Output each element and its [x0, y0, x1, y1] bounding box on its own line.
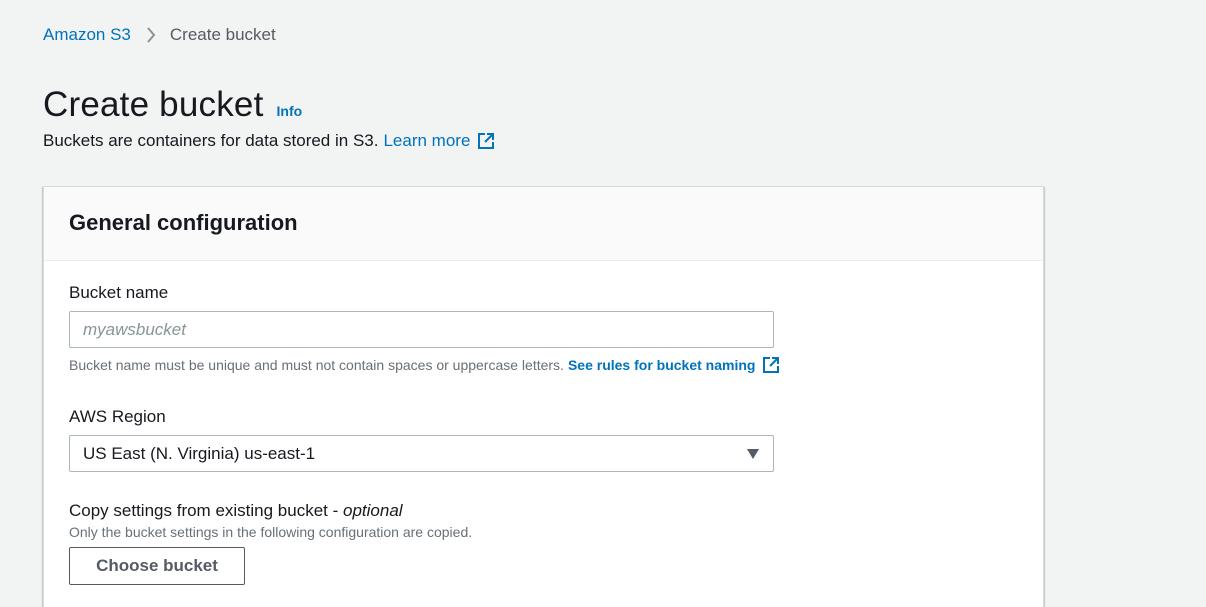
- copy-settings-hint-text: Only the bucket settings in the followin…: [69, 524, 473, 540]
- choose-bucket-button[interactable]: Choose bucket: [69, 547, 245, 585]
- external-link-icon[interactable]: [477, 132, 495, 150]
- learn-more-link[interactable]: Learn more: [383, 130, 470, 152]
- panel-title: General configuration: [69, 210, 298, 235]
- bucket-name-hint-text: Bucket name must be unique and must not …: [69, 357, 564, 373]
- aws-region-select[interactable]: US East (N. Virginia) us-east-1: [69, 435, 774, 472]
- optional-tag: optional: [343, 501, 403, 520]
- page-description: Buckets are containers for data stored i…: [43, 130, 495, 152]
- info-link[interactable]: Info: [277, 103, 303, 119]
- bucket-name-input[interactable]: [69, 311, 774, 348]
- bucket-naming-rules-link[interactable]: See rules for bucket naming: [568, 356, 756, 374]
- page-header: Create bucket Info: [43, 84, 302, 126]
- general-configuration-panel: General configuration Bucket name Bucket…: [43, 186, 1044, 607]
- panel-header: General configuration: [44, 187, 1043, 261]
- breadcrumb-amazon-s3[interactable]: Amazon S3: [43, 24, 131, 46]
- aws-region-selected-value: US East (N. Virginia) us-east-1: [83, 443, 316, 463]
- create-bucket-page: Amazon S3 Create bucket Create bucket In…: [0, 0, 1206, 607]
- bucket-name-hint: Bucket name must be unique and must not …: [69, 356, 780, 374]
- aws-region-label: AWS Region: [69, 407, 166, 426]
- page-title: Create bucket: [43, 85, 264, 124]
- external-link-icon[interactable]: [762, 356, 780, 374]
- breadcrumb: Amazon S3 Create bucket: [43, 24, 276, 46]
- description-text: Buckets are containers for data stored i…: [43, 131, 379, 150]
- bucket-name-label: Bucket name: [69, 283, 169, 302]
- breadcrumb-current: Create bucket: [169, 25, 276, 44]
- chevron-right-icon: [146, 27, 156, 43]
- caret-down-icon: [747, 448, 759, 459]
- copy-settings-label-text: Copy settings from existing bucket -: [69, 501, 339, 520]
- copy-settings-hint: Only the bucket settings in the followin…: [69, 523, 472, 541]
- copy-settings-label: Copy settings from existing bucket - opt…: [69, 500, 403, 522]
